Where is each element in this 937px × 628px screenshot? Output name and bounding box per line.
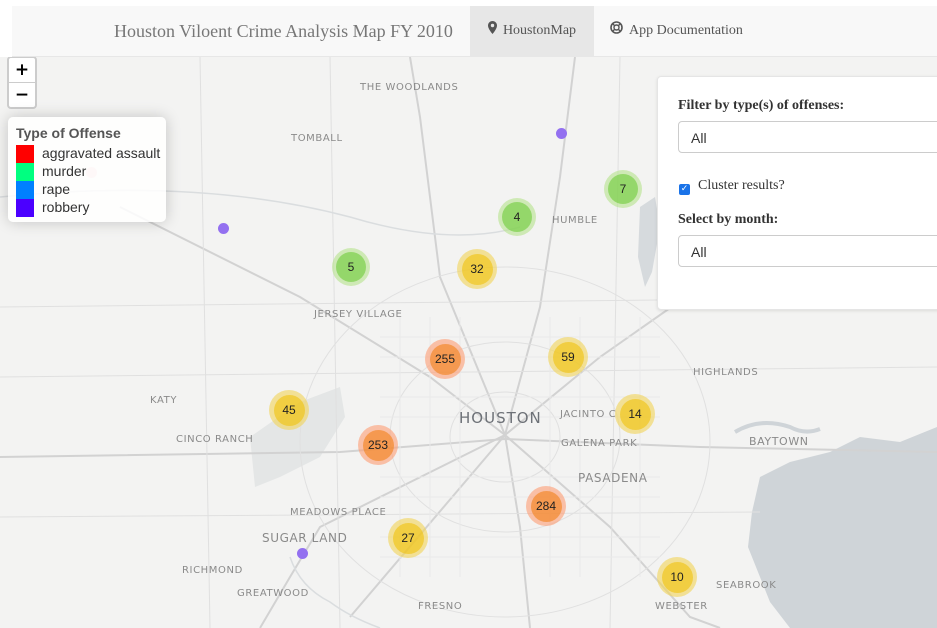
cluster-count: 5 xyxy=(336,252,366,282)
life-ring-icon xyxy=(610,6,623,56)
cluster-marker[interactable]: 10 xyxy=(657,557,697,597)
cluster-marker[interactable]: 45 xyxy=(269,390,309,430)
place-webster: WEBSTER xyxy=(655,601,708,612)
filter-panel: Filter by type(s) of offenses: All ✓ Clu… xyxy=(657,76,937,310)
legend-label: murder xyxy=(42,163,87,179)
app-title: Houston Viloent Crime Analysis Map FY 20… xyxy=(114,21,453,41)
map-canvas[interactable]: THE WOODLANDS TOMBALL HUMBLE JERSEY VILL… xyxy=(0,57,937,628)
place-houston: HOUSTON xyxy=(459,409,542,427)
cluster-count: 255 xyxy=(429,343,461,375)
cluster-marker[interactable]: 27 xyxy=(388,518,428,558)
tab-app-documentation[interactable]: App Documentation xyxy=(610,6,760,56)
legend-item-robbery: robbery xyxy=(16,199,89,217)
legend-label: robbery xyxy=(42,199,90,215)
place-katy: KATY xyxy=(150,395,178,406)
galveston-bay-water xyxy=(748,427,937,628)
cluster-count: 45 xyxy=(273,394,305,426)
place-pasadena: PASADENA xyxy=(578,471,648,485)
cluster-marker[interactable]: 4 xyxy=(498,198,536,236)
zoom-in-button[interactable]: + xyxy=(9,58,35,82)
robbery-marker[interactable] xyxy=(218,223,229,234)
cluster-marker[interactable]: 5 xyxy=(332,248,370,286)
place-sugar-land: SUGAR LAND xyxy=(262,531,348,545)
navbar: Houston Viloent Crime Analysis Map FY 20… xyxy=(12,6,937,57)
cluster-marker[interactable]: 32 xyxy=(457,249,497,289)
place-richmond: RICHMOND xyxy=(182,565,243,576)
place-cinco-ranch: CINCO RANCH xyxy=(176,434,254,445)
robbery-marker[interactable] xyxy=(297,548,308,559)
cluster-checkbox[interactable]: ✓ xyxy=(679,184,690,195)
place-fresno: FRESNO xyxy=(418,601,463,612)
legend-title: Type of Offense xyxy=(16,125,121,141)
tab-houstonmap-label: HoustonMap xyxy=(502,23,577,39)
legend-swatch xyxy=(16,163,34,181)
zoom-control: + − xyxy=(7,57,37,109)
place-jacinto: JACINTO C xyxy=(560,409,617,420)
legend-item-rape: rape xyxy=(16,181,70,199)
month-select[interactable]: All xyxy=(678,235,937,267)
legend-label: rape xyxy=(42,181,71,197)
zoom-out-button[interactable]: − xyxy=(9,82,35,107)
robbery-marker[interactable] xyxy=(556,128,567,139)
place-galena-park: GALENA PARK xyxy=(561,438,638,449)
cluster-checkbox-label: Cluster results? xyxy=(698,178,785,193)
cluster-marker[interactable]: 284 xyxy=(526,486,566,526)
offense-filter-label: Filter by type(s) of offenses: xyxy=(678,98,845,113)
legend-label: aggravated assault xyxy=(42,145,161,161)
place-tomball: TOMBALL xyxy=(291,133,343,144)
cluster-count: 59 xyxy=(552,341,584,373)
cluster-count: 4 xyxy=(502,202,532,232)
legend-swatch xyxy=(16,199,34,217)
place-the-woodlands: THE WOODLANDS xyxy=(360,82,459,93)
cluster-marker[interactable]: 255 xyxy=(425,339,465,379)
place-greatwood: GREATWOOD xyxy=(237,588,309,599)
cluster-marker[interactable]: 7 xyxy=(604,170,642,208)
cluster-count: 14 xyxy=(619,398,651,430)
tab-houstonmap[interactable]: HoustonMap xyxy=(470,6,594,56)
place-jersey-village: JERSEY VILLAGE xyxy=(314,309,403,320)
cluster-marker[interactable]: 253 xyxy=(358,425,398,465)
legend-item-aggravated-assault: aggravated assault xyxy=(16,145,160,163)
cluster-count: 27 xyxy=(392,522,424,554)
map-marker-icon xyxy=(487,6,497,56)
legend-swatch xyxy=(16,181,34,199)
place-seabrook: SEABROOK xyxy=(716,580,777,591)
place-highlands: HIGHLANDS xyxy=(693,367,759,378)
cluster-count: 7 xyxy=(608,174,638,204)
month-select-label: Select by month: xyxy=(678,212,779,227)
legend-swatch xyxy=(16,145,34,163)
tab-app-documentation-label: App Documentation xyxy=(629,23,743,39)
legend-item-murder: murder xyxy=(16,163,86,181)
offense-legend: Type of Offense aggravated assault murde… xyxy=(8,117,166,222)
place-baytown: BAYTOWN xyxy=(749,435,809,448)
cluster-count: 253 xyxy=(362,429,394,461)
cluster-count: 32 xyxy=(461,253,493,285)
place-humble: HUMBLE xyxy=(552,215,598,226)
place-meadows-place: MEADOWS PLACE xyxy=(290,507,387,518)
cluster-marker[interactable]: 59 xyxy=(548,337,588,377)
cluster-count: 10 xyxy=(661,561,693,593)
offense-select[interactable]: All xyxy=(678,121,937,153)
cluster-marker[interactable]: 14 xyxy=(615,394,655,434)
cluster-count: 284 xyxy=(530,490,562,522)
